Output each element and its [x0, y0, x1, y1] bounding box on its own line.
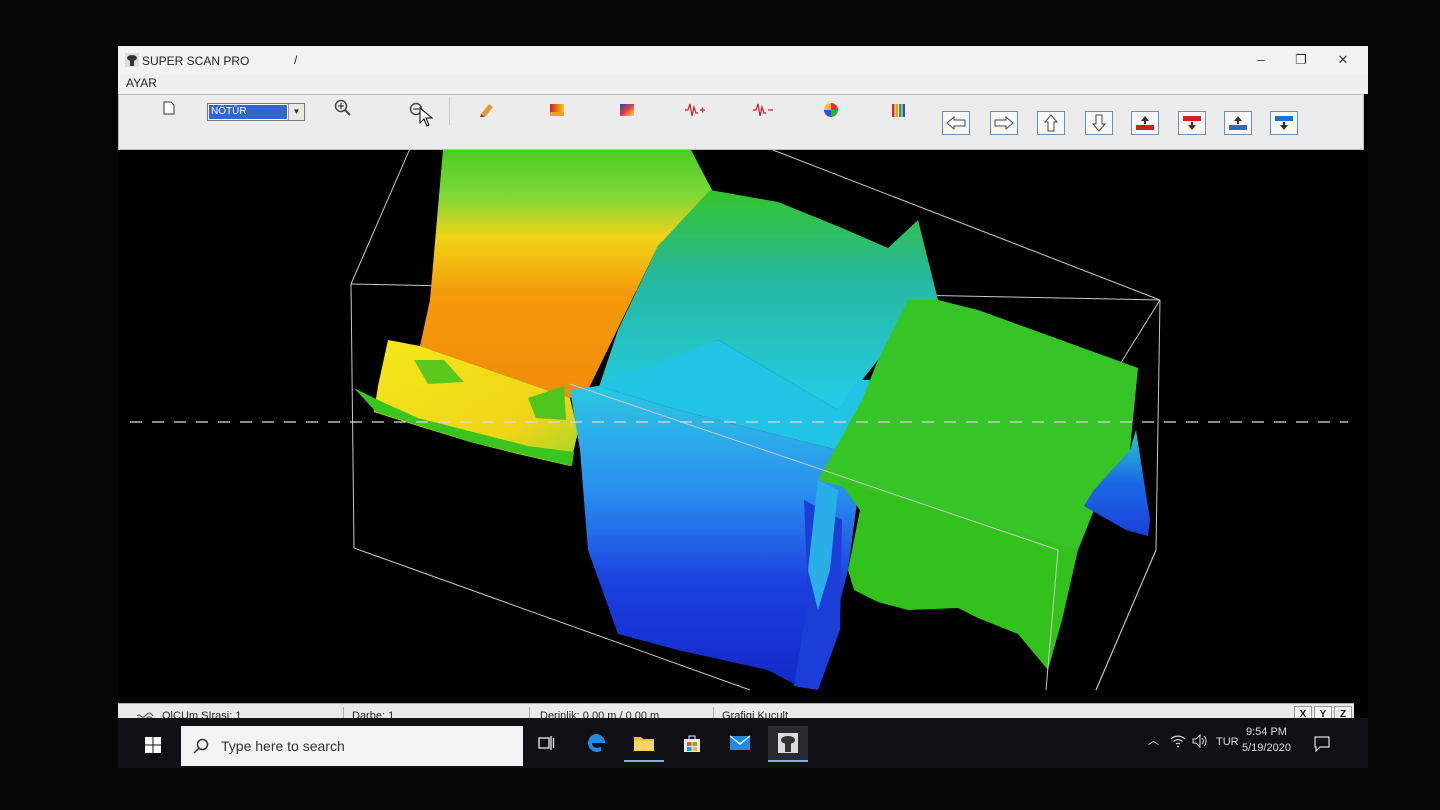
toolbar: NÖTÜR ▼: [118, 94, 1364, 150]
new-document-button[interactable]: [155, 97, 183, 119]
new-document-icon: [163, 101, 175, 115]
language-indicator[interactable]: TUR: [1216, 736, 1239, 748]
restore-button[interactable]: ❐: [1286, 50, 1316, 70]
zoom-in-icon: [334, 99, 351, 116]
color-palette-button[interactable]: [473, 99, 501, 121]
task-view-icon: [538, 736, 555, 750]
lower-blue-icon: [1275, 116, 1293, 130]
folder-icon: [634, 737, 654, 751]
arrow-right-button[interactable]: [990, 111, 1018, 135]
screen: SUPER SCAN PRO / – ❐ ✕ AYAR NÖTÜR ▼ OlCU…: [118, 46, 1368, 768]
mouse-cursor-icon: [419, 107, 433, 127]
signal-plus-icon: [685, 103, 705, 117]
scan-3d-view[interactable]: [118, 150, 1368, 702]
color-wheel-icon: [824, 103, 838, 117]
menu-item-ayar[interactable]: AYAR: [126, 76, 157, 90]
raise-blue-icon: [1229, 116, 1247, 130]
color-map-button[interactable]: [613, 99, 641, 121]
app-logo-icon: [125, 53, 139, 67]
mail-button[interactable]: [720, 726, 760, 760]
arrow-left-icon: [946, 116, 966, 130]
arrow-down-button[interactable]: [1085, 111, 1113, 135]
chevron-down-icon[interactable]: ▼: [288, 104, 304, 120]
lower-blue-button[interactable]: [1270, 111, 1298, 135]
mode-select[interactable]: NÖTÜR ▼: [207, 103, 305, 121]
lower-red-button[interactable]: [1178, 111, 1206, 135]
signal-minus-icon: [753, 103, 773, 117]
color-map-icon: [620, 104, 634, 116]
signal-plus-button[interactable]: [681, 99, 709, 121]
color-wheel-button[interactable]: [817, 99, 845, 121]
clock-date: 5/19/2020: [1242, 742, 1291, 754]
menu-bar: AYAR: [118, 74, 1368, 94]
file-explorer-button[interactable]: [624, 726, 664, 762]
chevron-up-icon[interactable]: ︿: [1148, 732, 1159, 748]
arrow-up-icon: [1044, 114, 1058, 132]
task-view-button[interactable]: [526, 726, 566, 760]
arrow-left-button[interactable]: [942, 111, 970, 135]
raise-red-button[interactable]: [1131, 111, 1159, 135]
taskbar-clock[interactable]: 9:54 PM 5/19/2020: [1242, 724, 1291, 756]
windows-start-icon[interactable]: [144, 736, 162, 754]
raise-blue-button[interactable]: [1224, 111, 1252, 135]
clock-time: 9:54 PM: [1245, 726, 1287, 738]
minimize-button[interactable]: –: [1246, 50, 1276, 70]
mode-select-value: NÖTÜR: [209, 105, 287, 119]
store-icon: [684, 735, 700, 752]
wifi-icon[interactable]: [1170, 734, 1186, 748]
zoom-in-button[interactable]: [329, 97, 357, 119]
super-scan-pro-taskbar-button[interactable]: [768, 726, 808, 762]
edge-icon: [587, 734, 605, 752]
gradient-icon: [550, 104, 564, 116]
arrow-up-button[interactable]: [1037, 111, 1065, 135]
lower-red-icon: [1183, 116, 1201, 130]
color-bars-button[interactable]: [885, 99, 913, 121]
search-icon: [193, 738, 209, 754]
taskbar-search-box[interactable]: Type here to search: [181, 726, 523, 766]
close-button[interactable]: ✕: [1328, 50, 1358, 70]
title-separator: /: [294, 53, 298, 67]
notification-icon[interactable]: [1314, 736, 1330, 752]
taskbar: Type here to search ︿ TUR 9:54 PM 5/19/2…: [118, 718, 1368, 768]
arrow-right-icon: [994, 116, 1014, 130]
color-bars-icon: [892, 104, 905, 117]
raise-red-icon: [1136, 116, 1154, 130]
color-palette-icon: [480, 104, 493, 117]
window-title: SUPER SCAN PRO: [142, 54, 250, 68]
volume-icon[interactable]: [1192, 734, 1208, 748]
search-placeholder: Type here to search: [221, 738, 345, 754]
signal-minus-button[interactable]: [749, 99, 777, 121]
arrow-down-icon: [1092, 114, 1106, 132]
store-button[interactable]: [672, 726, 712, 760]
title-bar: SUPER SCAN PRO / – ❐ ✕: [118, 46, 1368, 75]
gradient-button[interactable]: [543, 99, 571, 121]
super-scan-app-icon: [778, 733, 798, 753]
edge-browser-button[interactable]: [576, 726, 616, 760]
mail-icon: [729, 735, 751, 750]
